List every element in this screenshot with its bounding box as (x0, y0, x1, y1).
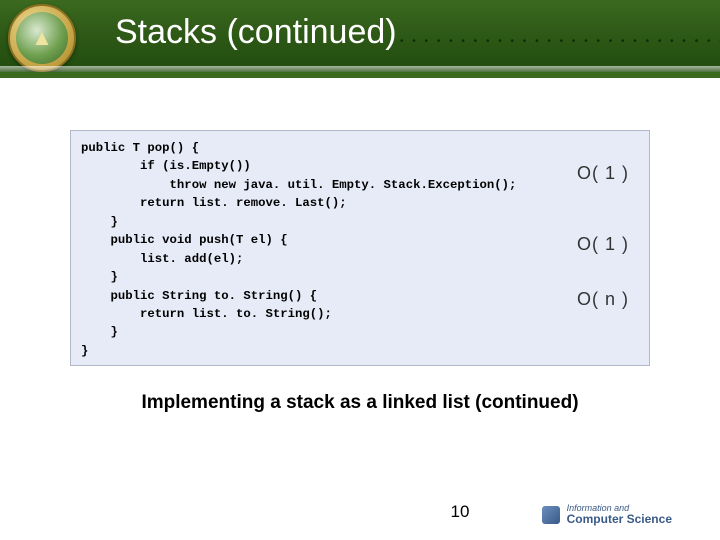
footer-line-2: Computer Science (567, 512, 672, 526)
ics-glyph-icon (542, 506, 560, 524)
department-logo: Information and Computer Science (542, 504, 672, 526)
header-dots-decoration: • • • • • • • • • • • • • • • • • • • • … (400, 36, 720, 50)
university-seal: ▲ (8, 4, 76, 72)
code-block: public T pop() { if (is.Empty()) throw n… (70, 130, 650, 366)
complexity-annotation-pop: O( 1 ) (577, 163, 629, 184)
header-bottom-stripe (0, 72, 720, 78)
slide-header: ▲ Stacks (continued) • • • • • • • • • •… (0, 0, 720, 78)
seal-inner-icon: ▲ (16, 12, 68, 64)
complexity-annotation-push: O( 1 ) (577, 234, 629, 255)
slide-title: Stacks (continued) (115, 13, 397, 52)
figure-caption: Implementing a stack as a linked list (c… (0, 392, 720, 414)
code-text: public T pop() { if (is.Empty()) throw n… (81, 139, 639, 360)
complexity-annotation-tostring: O( n ) (577, 289, 629, 310)
